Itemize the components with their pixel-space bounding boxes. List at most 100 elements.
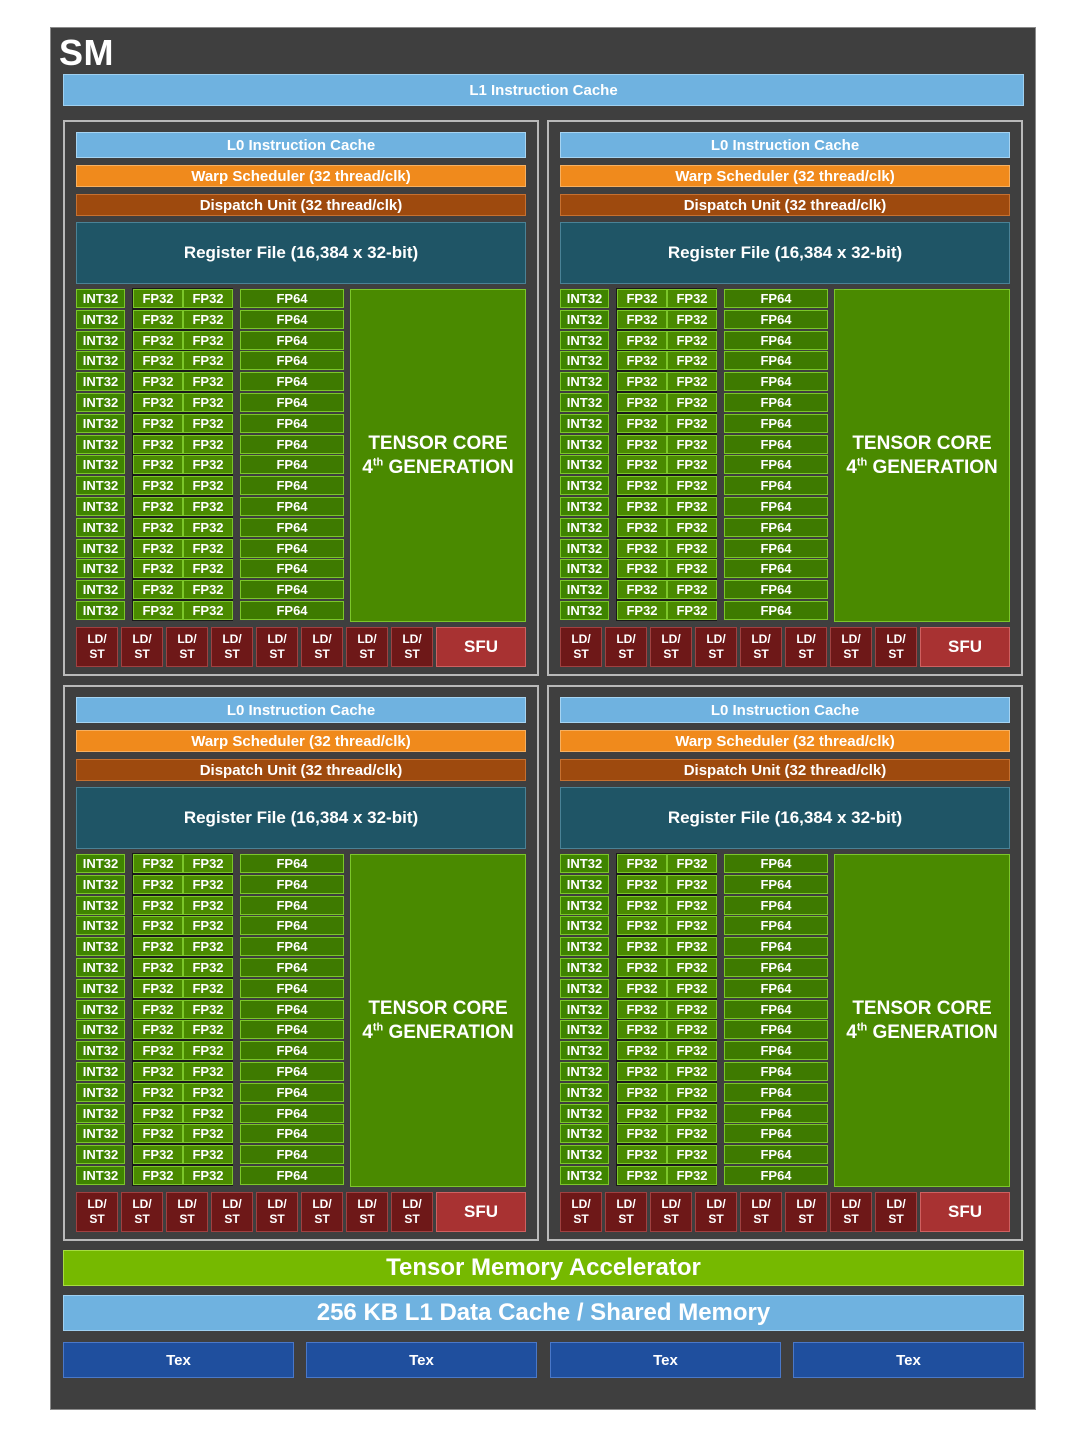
generation-number: 4 xyxy=(846,1021,857,1043)
core-row: INT32 FP32 FP32 FP64 xyxy=(560,579,830,600)
fp64-core: FP64 xyxy=(240,1000,344,1019)
warp-scheduler: Warp Scheduler (32 thread/clk) xyxy=(76,165,526,187)
fp32-core: FP32 xyxy=(617,1145,667,1164)
fp64-core: FP64 xyxy=(724,518,828,537)
ld-st-label-bottom: ST xyxy=(888,1212,904,1226)
ld-st-label-bottom: ST xyxy=(618,647,634,661)
dispatch-unit: Dispatch Unit (32 thread/clk) xyxy=(76,194,526,216)
int32-core: INT32 xyxy=(76,875,125,894)
fp32-core: FP32 xyxy=(133,476,183,495)
ld-st-unit: LD/ST xyxy=(785,1192,827,1232)
ld-st-label-top: LD/ xyxy=(886,1197,906,1211)
ld-st-label-top: LD/ xyxy=(402,1197,422,1211)
ld-st-label-top: LD/ xyxy=(177,1197,197,1211)
fp32-core: FP32 xyxy=(183,1062,233,1081)
fp32-core: FP32 xyxy=(133,601,183,620)
int32-core: INT32 xyxy=(76,1124,125,1143)
int32-core: INT32 xyxy=(560,979,609,998)
int32-core: INT32 xyxy=(560,289,609,308)
fp32-core: FP32 xyxy=(667,1145,717,1164)
core-row: INT32 FP32 FP32 FP64 xyxy=(76,434,346,455)
ld-st-unit: LD/ST xyxy=(830,1192,872,1232)
fp32-core: FP32 xyxy=(667,916,717,935)
sm-title: SM xyxy=(59,32,114,73)
int32-core: INT32 xyxy=(76,476,125,495)
fp64-core: FP64 xyxy=(724,896,828,915)
fp64-core: FP64 xyxy=(240,1124,344,1143)
fp64-core: FP64 xyxy=(240,455,344,474)
int32-core: INT32 xyxy=(560,310,609,329)
ld-st-label-bottom: ST xyxy=(359,1212,375,1226)
core-row: INT32 FP32 FP32 FP64 xyxy=(560,517,830,538)
core-row: INT32 FP32 FP32 FP64 xyxy=(560,895,830,916)
ld-st-label-top: LD/ xyxy=(751,1197,771,1211)
ld-st-label-top: LD/ xyxy=(841,632,861,646)
fp32-core: FP32 xyxy=(183,539,233,558)
fp64-core: FP64 xyxy=(724,1124,828,1143)
fp32-core: FP32 xyxy=(667,455,717,474)
fp32-core: FP32 xyxy=(617,393,667,412)
fp32-core: FP32 xyxy=(667,372,717,391)
ld-st-unit: LD/ST xyxy=(121,1192,163,1232)
ld-st-label-bottom: ST xyxy=(359,647,375,661)
fp32-core: FP32 xyxy=(667,310,717,329)
core-row: INT32 FP32 FP32 FP64 xyxy=(76,1082,346,1103)
ld-st-label-bottom: ST xyxy=(404,1212,420,1226)
core-row: INT32 FP32 FP32 FP64 xyxy=(76,957,346,978)
fp32-core: FP32 xyxy=(183,559,233,578)
core-row: INT32 FP32 FP32 FP64 xyxy=(560,978,830,999)
core-row: INT32 FP32 FP32 FP64 xyxy=(76,288,346,309)
core-row: INT32 FP32 FP32 FP64 xyxy=(76,936,346,957)
fp32-core: FP32 xyxy=(133,580,183,599)
ld-st-label-bottom: ST xyxy=(843,647,859,661)
fp64-core: FP64 xyxy=(240,539,344,558)
core-row: INT32 FP32 FP32 FP64 xyxy=(560,1144,830,1165)
sm-partition: L0 Instruction Cache Warp Scheduler (32 t… xyxy=(63,685,539,1241)
ld-st-label-top: LD/ xyxy=(312,632,332,646)
fp32-core: FP32 xyxy=(617,979,667,998)
tensor-core-title: TENSOR CORE xyxy=(852,997,992,1019)
core-row: INT32 FP32 FP32 FP64 xyxy=(560,413,830,434)
dispatch-unit: Dispatch Unit (32 thread/clk) xyxy=(76,759,526,781)
fp32-core: FP32 xyxy=(183,518,233,537)
int32-core: INT32 xyxy=(76,1062,125,1081)
ld-st-unit: LD/ST xyxy=(301,627,343,667)
core-row: INT32 FP32 FP32 FP64 xyxy=(76,1144,346,1165)
dispatch-unit: Dispatch Unit (32 thread/clk) xyxy=(560,194,1010,216)
ld-st-label-top: LD/ xyxy=(267,632,287,646)
core-row: INT32 FP32 FP32 FP64 xyxy=(560,538,830,559)
fp64-core: FP64 xyxy=(240,979,344,998)
generation-number: 4 xyxy=(362,456,373,478)
fp32-core: FP32 xyxy=(617,435,667,454)
fp32-core: FP32 xyxy=(133,351,183,370)
fp32-core: FP32 xyxy=(617,1041,667,1060)
fp64-core: FP64 xyxy=(724,1166,828,1185)
ld-st-label-bottom: ST xyxy=(269,647,285,661)
ld-st-unit: LD/ST xyxy=(650,1192,692,1232)
fp64-core: FP64 xyxy=(240,414,344,433)
fp32-core: FP32 xyxy=(133,497,183,516)
fp32-core: FP32 xyxy=(617,331,667,350)
ld-st-label-top: LD/ xyxy=(87,632,107,646)
ld-st-label-bottom: ST xyxy=(753,1212,769,1226)
int32-core: INT32 xyxy=(76,937,125,956)
int32-core: INT32 xyxy=(560,393,609,412)
ld-st-label-bottom: ST xyxy=(573,1212,589,1226)
fp32-core: FP32 xyxy=(667,896,717,915)
tex-unit: Tex xyxy=(63,1342,294,1378)
int32-core: INT32 xyxy=(560,1062,609,1081)
int32-core: INT32 xyxy=(76,497,125,516)
core-row: INT32 FP32 FP32 FP64 xyxy=(560,350,830,371)
core-row: INT32 FP32 FP32 FP64 xyxy=(76,413,346,434)
ld-st-label-bottom: ST xyxy=(798,647,814,661)
fp64-core: FP64 xyxy=(240,958,344,977)
fp32-core: FP32 xyxy=(617,1166,667,1185)
fp64-core: FP64 xyxy=(240,1104,344,1123)
int32-core: INT32 xyxy=(76,1000,125,1019)
ld-st-unit: LD/ST xyxy=(346,627,388,667)
fp32-core: FP32 xyxy=(667,497,717,516)
int32-core: INT32 xyxy=(560,455,609,474)
fp64-core: FP64 xyxy=(724,455,828,474)
ld-st-unit: LD/ST xyxy=(166,1192,208,1232)
fp64-core: FP64 xyxy=(724,289,828,308)
